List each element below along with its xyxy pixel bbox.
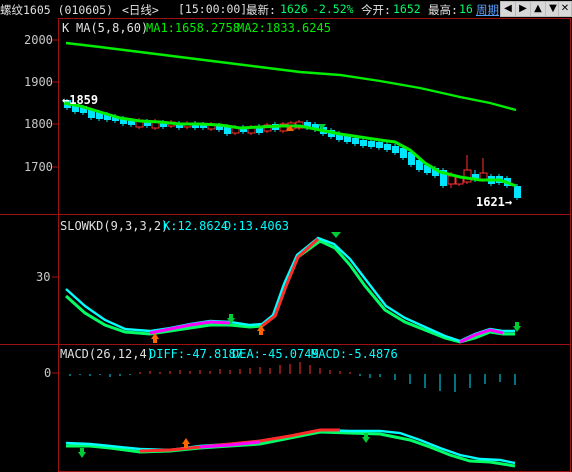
kd-sell-arrow-2 [331, 232, 341, 238]
annotation-high: ←1859 [62, 93, 98, 107]
candle-body [368, 141, 375, 147]
candle-body [447, 175, 456, 185]
ma1-line [63, 101, 517, 188]
macd-y-tick-0: 0 [44, 366, 51, 380]
macd-sell-arrow-2-stem [364, 433, 368, 437]
macd-buy-arrow-1-stem [184, 444, 188, 448]
candle-body [463, 169, 472, 183]
legend-ma1: MA1:1658.2758 [146, 21, 240, 35]
candle-body [376, 142, 383, 148]
ma2-line [65, 41, 517, 112]
legend-ma2: MA2:1833.6245 [237, 21, 331, 35]
candlesticks [64, 99, 521, 200]
kd-sell-arrow-1-stem [229, 314, 233, 318]
kline-chart[interactable]: 2000 1900 1800 1700 30 0 K MA(5,8,60) MA… [0, 0, 572, 472]
candle-body [352, 138, 359, 144]
kd-d-value: D:13.4063 [224, 219, 289, 233]
candle-body [360, 140, 367, 146]
legend-k: K [62, 21, 70, 35]
kd-buy-arrow-1-stem [153, 339, 157, 343]
candle-body [514, 186, 521, 198]
y-tick-1800: 1800 [24, 117, 53, 131]
kd-sell-arrow-3-stem [515, 322, 519, 326]
kd-y-tick-30: 30 [36, 270, 50, 284]
y-tick-1900: 1900 [24, 75, 53, 89]
annotation-low: 1621→ [476, 195, 512, 209]
legend-ma: MA(5,8,60) [76, 21, 148, 35]
kd-title: SLOWKD(9,3,3,2) [60, 219, 168, 233]
panel-frames [0, 18, 571, 472]
macd-histogram [69, 362, 516, 392]
macd-sell-arrow-2 [362, 437, 370, 443]
macd-buy-arrow-1 [182, 438, 190, 444]
macd-diff-red-segment [139, 428, 340, 453]
candle-body [392, 146, 399, 153]
macd-title: MACD(26,12,4) [60, 347, 154, 361]
kd-k-value: K:12.8624 [163, 219, 228, 233]
y-tick-1700: 1700 [24, 160, 53, 174]
kd-buy-arrow-2-stem [259, 331, 263, 335]
macd-sell-arrow-1-stem [80, 448, 84, 452]
y-tick-2000: 2000 [24, 33, 53, 47]
kd-d-line [64, 239, 515, 344]
candle-body [384, 144, 391, 150]
macd-macd-value: MACD:-5.4876 [311, 347, 398, 361]
macd-diff-value: DIFF:-47.8187 [149, 347, 243, 361]
macd-dea-value: DEA:-45.0749 [232, 347, 319, 361]
main-y-axis [52, 39, 58, 374]
kd-k-red-segment [261, 237, 320, 328]
kd-k-line [65, 236, 515, 343]
macd-sell-arrow-1 [78, 452, 86, 458]
